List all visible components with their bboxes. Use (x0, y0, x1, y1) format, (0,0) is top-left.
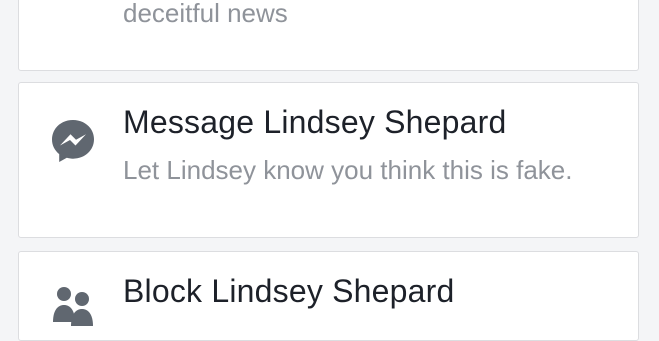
report-fake-news-option[interactable]: Let us know if this is purposefully fake… (18, 0, 639, 71)
message-option-description: Let Lindsey know you think this is fake. (123, 155, 573, 185)
report-option-description: Let us know if this is purposefully fake… (123, 0, 288, 28)
block-option-title: Block Lindsey Shepard (123, 273, 455, 309)
message-user-option[interactable]: Message Lindsey Shepard Let Lindsey know… (18, 82, 639, 238)
block-user-option[interactable]: Block Lindsey Shepard (18, 251, 639, 341)
messenger-icon (52, 120, 94, 162)
message-option-title: Message Lindsey Shepard (123, 104, 507, 140)
person-block-icon (53, 287, 93, 326)
